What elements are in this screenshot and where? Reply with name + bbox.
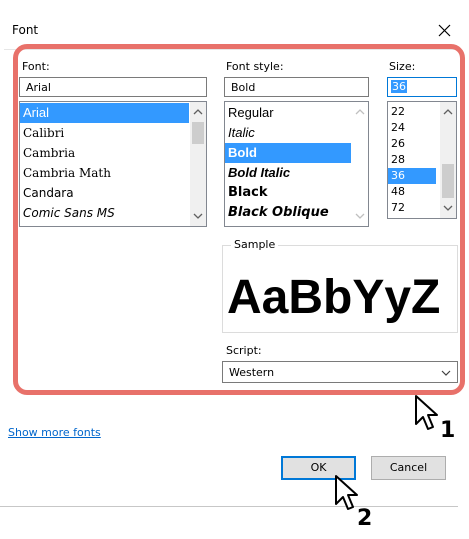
highlight-ring — [13, 44, 465, 395]
mouse-pointer-icon — [415, 395, 438, 430]
show-more-fonts-link[interactable]: Show more fonts — [8, 426, 101, 439]
cancel-button[interactable]: Cancel — [371, 456, 446, 480]
dialog-title: Font — [12, 23, 39, 37]
step-number-2: 2 — [357, 506, 373, 531]
close-button[interactable] — [428, 16, 462, 46]
step-number-1: 1 — [440, 418, 456, 443]
close-icon — [438, 24, 451, 37]
dialog-bottom-edge — [0, 506, 458, 507]
